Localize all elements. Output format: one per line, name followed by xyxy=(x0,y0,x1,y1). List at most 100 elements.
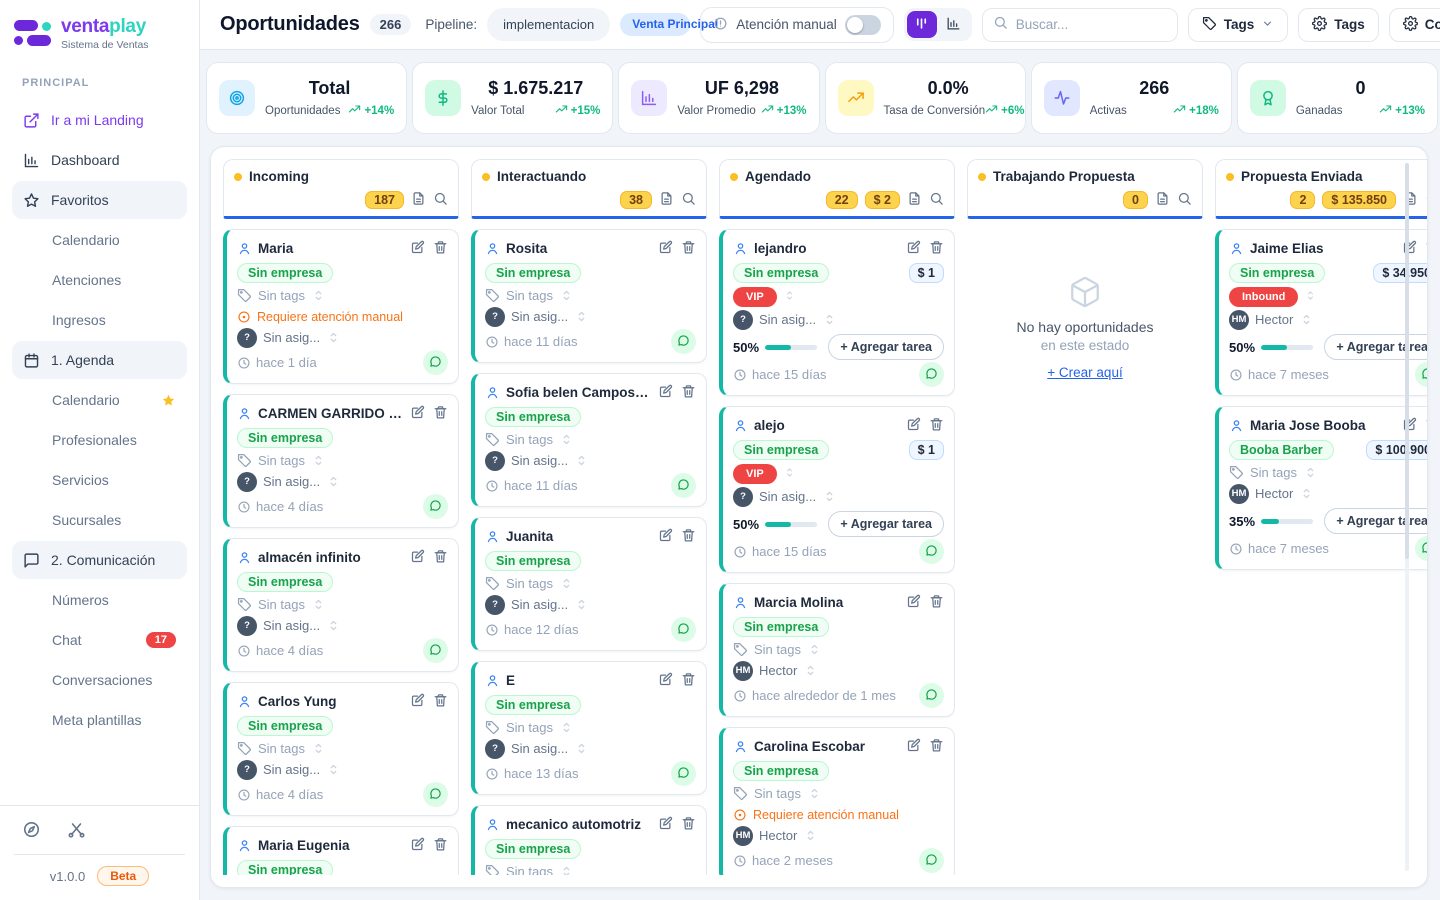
tag-sort-button[interactable] xyxy=(807,786,822,801)
chat-button[interactable] xyxy=(919,683,944,708)
opportunity-card[interactable]: lejandroSin empresa$ 1VIP?Sin asig...50%… xyxy=(719,229,955,396)
manual-attention-toggle[interactable] xyxy=(845,15,881,35)
tag-sort-button[interactable] xyxy=(311,453,326,468)
sidebar-item-chat[interactable]: Chat17 xyxy=(12,621,187,659)
add-task-button[interactable]: + Agregar tarea xyxy=(1324,334,1428,360)
chat-button[interactable] xyxy=(423,782,448,807)
delete-card-button[interactable] xyxy=(681,240,696,258)
sidebar-item-sucursales[interactable]: Sucursales xyxy=(12,501,187,539)
sidebar-item-ir-a-mi-landing[interactable]: Ir a mi Landing xyxy=(12,101,187,139)
delete-card-button[interactable] xyxy=(681,816,696,834)
compass-button[interactable] xyxy=(22,820,41,842)
sidebar-item-atenciones[interactable]: Atenciones xyxy=(12,261,187,299)
search-input[interactable] xyxy=(1016,17,1167,32)
opportunity-card[interactable]: ESin empresaSin tags?Sin asig...hace 13 … xyxy=(471,661,707,795)
chat-button[interactable] xyxy=(919,539,944,564)
chat-button[interactable] xyxy=(1415,536,1428,561)
assignee-sort-button[interactable] xyxy=(326,474,341,489)
opportunity-card[interactable]: MariaSin empresaSin tagsRequiere atenció… xyxy=(223,229,459,384)
opportunity-card[interactable]: RositaSin empresaSin tags?Sin asig...hac… xyxy=(471,229,707,363)
opportunity-card[interactable]: alejoSin empresa$ 1VIP?Sin asig...50%+ A… xyxy=(719,406,955,573)
chat-button[interactable] xyxy=(1415,362,1428,387)
sidebar-item-calendario[interactable]: Calendario xyxy=(12,381,187,419)
chat-button[interactable] xyxy=(671,617,696,642)
opportunity-card[interactable]: mecanico automotrizSin empresaSin tags?S… xyxy=(471,805,707,875)
tag-sort-button[interactable] xyxy=(783,466,796,482)
opportunity-card[interactable]: JuanitaSin empresaSin tags?Sin asig...ha… xyxy=(471,517,707,651)
sidebar-item-n-meros[interactable]: Números xyxy=(12,581,187,619)
delete-card-button[interactable] xyxy=(433,240,448,258)
chat-button[interactable] xyxy=(671,761,696,786)
sidebar-item-servicios[interactable]: Servicios xyxy=(12,461,187,499)
chat-button[interactable] xyxy=(919,362,944,387)
sidebar-item-favoritos[interactable]: Favoritos xyxy=(12,181,187,219)
assignee-sort-button[interactable] xyxy=(822,489,837,504)
tag-sort-button[interactable] xyxy=(559,432,574,447)
tag-sort-button[interactable] xyxy=(311,741,326,756)
pipeline-option-venta-principal[interactable]: Venta Principal xyxy=(620,13,690,36)
edit-card-button[interactable] xyxy=(410,549,425,567)
add-task-button[interactable]: + Agregar tarea xyxy=(1324,508,1428,534)
opportunity-card[interactable]: Maria Jose BoobaBooba Barber$ 100.900Sin… xyxy=(1215,406,1428,570)
opportunity-card[interactable]: Marcia MolinaSin empresaSin tagsHMHector… xyxy=(719,583,955,717)
assignee-sort-button[interactable] xyxy=(326,762,341,777)
pipeline-option-implementacion[interactable]: implementacion xyxy=(487,8,610,41)
sidebar-item-profesionales[interactable]: Profesionales xyxy=(12,421,187,459)
edit-card-button[interactable] xyxy=(410,240,425,258)
delete-card-button[interactable] xyxy=(433,405,448,423)
delete-card-button[interactable] xyxy=(929,417,944,435)
scissors-button[interactable] xyxy=(67,820,86,842)
config-button[interactable]: Config xyxy=(1389,8,1440,42)
column-report-button[interactable] xyxy=(1155,191,1170,209)
sidebar-item-calendario[interactable]: Calendario xyxy=(12,221,187,259)
column-report-button[interactable] xyxy=(659,191,674,209)
assignee-sort-button[interactable] xyxy=(803,663,818,678)
sidebar-item-ingresos[interactable]: Ingresos xyxy=(12,301,187,339)
assignee-sort-button[interactable] xyxy=(822,312,837,327)
delete-card-button[interactable] xyxy=(929,594,944,612)
opportunity-card[interactable]: Sofia belen Campos co...Sin empresaSin t… xyxy=(471,373,707,507)
opportunity-card[interactable]: CARMEN GARRIDO HE...Sin empresaSin tags?… xyxy=(223,394,459,528)
chat-button[interactable] xyxy=(919,848,944,873)
column-search-button[interactable] xyxy=(433,191,448,209)
column-search-button[interactable] xyxy=(1425,191,1428,209)
chat-button[interactable] xyxy=(423,638,448,663)
assignee-sort-button[interactable] xyxy=(574,453,589,468)
tag-sort-button[interactable] xyxy=(559,576,574,591)
assignee-sort-button[interactable] xyxy=(1299,312,1314,327)
assignee-sort-button[interactable] xyxy=(574,741,589,756)
edit-card-button[interactable] xyxy=(906,240,921,258)
opportunity-card[interactable]: Carlos YungSin empresaSin tags?Sin asig.… xyxy=(223,682,459,816)
edit-card-button[interactable] xyxy=(410,405,425,423)
chat-button[interactable] xyxy=(423,350,448,375)
opportunity-card[interactable]: almacén infinitoSin empresaSin tags?Sin … xyxy=(223,538,459,672)
edit-card-button[interactable] xyxy=(658,240,673,258)
tag-sort-button[interactable] xyxy=(311,597,326,612)
tag-sort-button[interactable] xyxy=(559,288,574,303)
edit-card-button[interactable] xyxy=(658,816,673,834)
column-search-button[interactable] xyxy=(1177,191,1192,209)
tags-manage-button[interactable]: Tags xyxy=(1298,8,1379,42)
edit-card-button[interactable] xyxy=(658,672,673,690)
edit-card-button[interactable] xyxy=(906,417,921,435)
tag-sort-button[interactable] xyxy=(311,288,326,303)
delete-card-button[interactable] xyxy=(681,384,696,402)
chart-view-button[interactable] xyxy=(939,11,969,38)
add-task-button[interactable]: + Agregar tarea xyxy=(828,334,944,360)
edit-card-button[interactable] xyxy=(906,594,921,612)
column-report-button[interactable] xyxy=(907,191,922,209)
tag-sort-button[interactable] xyxy=(1304,289,1317,305)
sidebar-item-1-agenda[interactable]: 1. Agenda xyxy=(12,341,187,379)
board-scrollbar[interactable] xyxy=(1405,163,1409,871)
sidebar-item-conversaciones[interactable]: Conversaciones xyxy=(12,661,187,699)
assignee-sort-button[interactable] xyxy=(326,618,341,633)
tag-sort-button[interactable] xyxy=(559,720,574,735)
sidebar-item-2-comunicaci-n[interactable]: 2. Comunicación xyxy=(12,541,187,579)
assignee-sort-button[interactable] xyxy=(574,597,589,612)
opportunity-card[interactable]: Maria EugeniaSin empresaSin tags?Sin asi… xyxy=(223,826,459,875)
column-report-button[interactable] xyxy=(411,191,426,209)
tag-sort-button[interactable] xyxy=(559,864,574,875)
assignee-sort-button[interactable] xyxy=(326,330,341,345)
delete-card-button[interactable] xyxy=(433,549,448,567)
assignee-sort-button[interactable] xyxy=(1299,486,1314,501)
